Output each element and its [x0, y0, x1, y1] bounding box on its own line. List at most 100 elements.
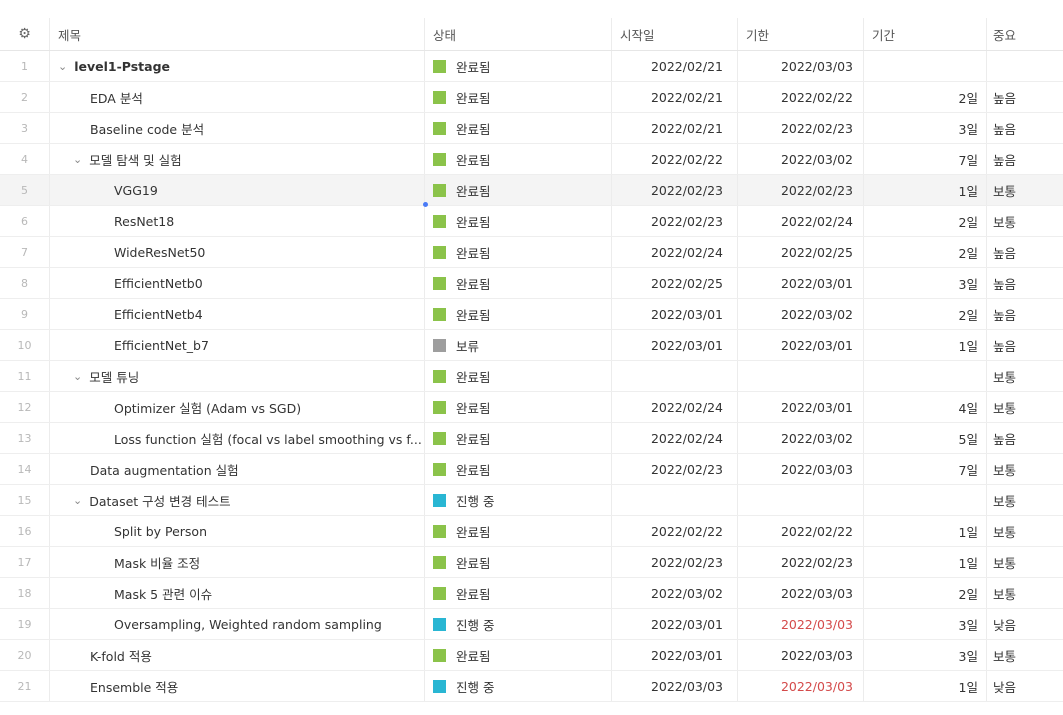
duration-cell[interactable]: 7일 [864, 144, 987, 174]
due-date-cell[interactable] [738, 485, 864, 515]
duration-cell[interactable]: 3일 [864, 609, 987, 639]
duration-cell[interactable]: 1일 [864, 175, 987, 205]
start-date-cell[interactable]: 2022/02/25 [612, 268, 738, 298]
status-cell[interactable]: 진행 중 [425, 609, 612, 639]
table-row[interactable]: 10 EfficientNet_b7 보류 2022/03/01 2022/03/01 1… [0, 330, 1063, 361]
start-date-cell[interactable]: 2022/03/02 [612, 578, 738, 608]
table-row[interactable]: 17 Mask 비율 조정 완료됨 2022/02/23 2022/02/23 1일 보통 [0, 547, 1063, 578]
task-title-cell[interactable]: ⌄ 모델 튜닝 [50, 361, 425, 391]
start-date-cell[interactable]: 2022/02/21 [612, 113, 738, 143]
table-row[interactable]: 18 Mask 5 관련 이슈 완료됨 2022/03/02 2022/03/03 2일 보… [0, 578, 1063, 609]
start-date-cell[interactable]: 2022/02/21 [612, 82, 738, 112]
task-title-cell[interactable]: ⌄ 모델 탐색 및 실험 [50, 144, 425, 174]
task-title-cell[interactable]: Ensemble 적용 [50, 671, 425, 701]
status-cell[interactable]: 완료됨 [425, 175, 612, 205]
due-date-cell[interactable]: 2022/02/25 [738, 237, 864, 267]
task-title-cell[interactable]: Mask 비율 조정 [50, 547, 425, 577]
table-row[interactable]: 21 Ensemble 적용 진행 중 2022/03/03 2022/03/03 1일 낮… [0, 671, 1063, 702]
table-row[interactable]: 3 Baseline code 분석 완료됨 2022/02/21 2022/02/23… [0, 113, 1063, 144]
duration-cell[interactable]: 4일 [864, 392, 987, 422]
priority-cell[interactable]: 높음 [987, 113, 1063, 143]
chevron-down-icon[interactable]: ⌄ [58, 60, 67, 73]
due-date-cell[interactable]: 2022/02/22 [738, 82, 864, 112]
status-cell[interactable]: 완료됨 [425, 640, 612, 670]
status-cell[interactable]: 완료됨 [425, 392, 612, 422]
priority-cell[interactable]: 높음 [987, 268, 1063, 298]
table-row[interactable]: 15 ⌄ Dataset 구성 변경 테스트 진행 중 보통 [0, 485, 1063, 516]
priority-cell[interactable]: 보통 [987, 516, 1063, 546]
start-date-cell[interactable]: 2022/03/01 [612, 640, 738, 670]
duration-cell[interactable]: 2일 [864, 206, 987, 236]
chevron-down-icon[interactable]: ⌄ [73, 153, 82, 166]
task-title-cell[interactable]: Split by Person [50, 516, 425, 546]
priority-cell[interactable]: 높음 [987, 237, 1063, 267]
status-cell[interactable]: 완료됨 [425, 454, 612, 484]
due-date-cell[interactable]: 2022/03/03 [738, 609, 864, 639]
priority-cell[interactable]: 보통 [987, 485, 1063, 515]
duration-cell[interactable] [864, 361, 987, 391]
task-title-cell[interactable]: EfficientNet_b7 [50, 330, 425, 360]
status-cell[interactable]: 완료됨 [425, 423, 612, 453]
duration-cell[interactable]: 2일 [864, 578, 987, 608]
chevron-down-icon[interactable]: ⌄ [73, 494, 82, 507]
start-date-cell[interactable] [612, 485, 738, 515]
duration-cell[interactable] [864, 485, 987, 515]
task-title-cell[interactable]: ResNet18 [50, 206, 425, 236]
due-date-cell[interactable] [738, 361, 864, 391]
start-date-cell[interactable]: 2022/02/22 [612, 144, 738, 174]
start-date-cell[interactable]: 2022/03/01 [612, 299, 738, 329]
table-row[interactable]: 4 ⌄ 모델 탐색 및 실험 완료됨 2022/02/22 2022/03/02 7일 높음 [0, 144, 1063, 175]
status-cell[interactable]: 진행 중 [425, 671, 612, 701]
table-row[interactable]: 14 Data augmentation 실험 완료됨 2022/02/23 2022/… [0, 454, 1063, 485]
status-cell[interactable]: 완료됨 [425, 547, 612, 577]
status-cell[interactable]: 완료됨 [425, 299, 612, 329]
task-title-cell[interactable]: EfficientNetb0 [50, 268, 425, 298]
priority-cell[interactable]: 보통 [987, 640, 1063, 670]
priority-cell[interactable]: 보통 [987, 392, 1063, 422]
table-row[interactable]: 6 ResNet18 완료됨 2022/02/23 2022/02/24 2일 보통 [0, 206, 1063, 237]
table-row[interactable]: 20 K-fold 적용 완료됨 2022/03/01 2022/03/03 3일 보통 [0, 640, 1063, 671]
task-title-cell[interactable]: ⌄ level1-Pstage [50, 51, 425, 81]
task-title-cell[interactable]: Data augmentation 실험 [50, 454, 425, 484]
start-date-cell[interactable]: 2022/02/23 [612, 547, 738, 577]
task-title-cell[interactable]: ⌄ Dataset 구성 변경 테스트 [50, 485, 425, 515]
chevron-down-icon[interactable]: ⌄ [73, 370, 82, 383]
column-resize-handle[interactable] [423, 202, 428, 207]
due-date-cell[interactable]: 2022/03/02 [738, 423, 864, 453]
duration-cell[interactable]: 1일 [864, 671, 987, 701]
task-title-cell[interactable]: Baseline code 분석 [50, 113, 425, 143]
duration-cell[interactable]: 2일 [864, 299, 987, 329]
due-date-cell[interactable]: 2022/03/03 [738, 454, 864, 484]
due-date-cell[interactable]: 2022/02/23 [738, 113, 864, 143]
table-row[interactable]: 12 Optimizer 실험 (Adam vs SGD) 완료됨 2022/02/2… [0, 392, 1063, 423]
priority-cell[interactable]: 높음 [987, 330, 1063, 360]
start-date-cell[interactable]: 2022/02/23 [612, 206, 738, 236]
table-row[interactable]: 2 EDA 분석 완료됨 2022/02/21 2022/02/22 2일 높음 [0, 82, 1063, 113]
start-date-cell[interactable]: 2022/02/23 [612, 175, 738, 205]
due-date-cell[interactable]: 2022/03/01 [738, 330, 864, 360]
priority-cell[interactable]: 높음 [987, 82, 1063, 112]
due-date-cell[interactable]: 2022/03/02 [738, 144, 864, 174]
due-date-cell[interactable]: 2022/02/24 [738, 206, 864, 236]
due-date-cell[interactable]: 2022/03/03 [738, 51, 864, 81]
priority-cell[interactable]: 보통 [987, 175, 1063, 205]
due-date-cell[interactable]: 2022/02/23 [738, 175, 864, 205]
table-row[interactable]: 7 WideResNet50 완료됨 2022/02/24 2022/02/25 2일 높음 [0, 237, 1063, 268]
table-row[interactable]: 13 Loss function 실험 (focal vs label smoot… [0, 423, 1063, 454]
status-cell[interactable]: 완료됨 [425, 206, 612, 236]
duration-cell[interactable]: 3일 [864, 113, 987, 143]
table-row[interactable]: 19 Oversampling, Weighted random sampling… [0, 609, 1063, 640]
table-row[interactable]: 1 ⌄ level1-Pstage 완료됨 2022/02/21 2022/03/03 [0, 51, 1063, 82]
start-date-cell[interactable]: 2022/03/01 [612, 609, 738, 639]
due-date-cell[interactable]: 2022/03/01 [738, 392, 864, 422]
due-date-cell[interactable]: 2022/02/22 [738, 516, 864, 546]
task-title-cell[interactable]: EfficientNetb4 [50, 299, 425, 329]
priority-cell[interactable]: 보통 [987, 361, 1063, 391]
priority-cell[interactable]: 보통 [987, 454, 1063, 484]
priority-cell[interactable]: 보통 [987, 206, 1063, 236]
due-date-cell[interactable]: 2022/03/03 [738, 578, 864, 608]
priority-cell[interactable]: 낮음 [987, 671, 1063, 701]
start-date-cell[interactable]: 2022/03/01 [612, 330, 738, 360]
priority-cell[interactable]: 보통 [987, 547, 1063, 577]
duration-cell[interactable]: 7일 [864, 454, 987, 484]
